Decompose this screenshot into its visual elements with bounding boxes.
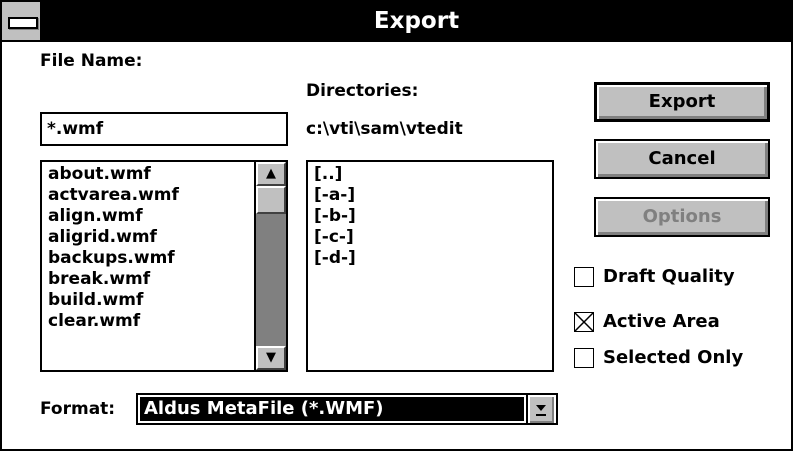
checkmark-x-icon	[575, 313, 593, 331]
file-list-item[interactable]: build.wmf	[48, 290, 179, 311]
file-list-item[interactable]: about.wmf	[48, 164, 179, 185]
directory-list-item[interactable]: [-d-]	[314, 248, 356, 269]
export-button[interactable]: Export	[594, 82, 770, 122]
scroll-thumb[interactable]	[256, 186, 286, 214]
file-list-scrollbar[interactable]: ▲ ▼	[254, 162, 286, 370]
directory-list-item[interactable]: [-a-]	[314, 185, 356, 206]
selected-only-checkbox[interactable]	[574, 348, 594, 368]
export-dialog: Export File Name: *.wmf about.wmf actvar…	[0, 0, 793, 451]
file-list-item[interactable]: break.wmf	[48, 269, 179, 290]
arrow-up-icon: ▲	[266, 166, 276, 181]
cancel-button[interactable]: Cancel	[594, 139, 770, 179]
file-list-item[interactable]: clear.wmf	[48, 311, 179, 332]
system-menu-button[interactable]	[2, 2, 42, 40]
selected-only-label: Selected Only	[603, 347, 744, 368]
scroll-down-button[interactable]: ▼	[256, 346, 286, 370]
format-select[interactable]: Aldus MetaFile (*.WMF)	[136, 393, 558, 425]
format-dropdown-button[interactable]	[526, 395, 554, 423]
directory-list[interactable]: [..] [-a-] [-b-] [-c-] [-d-]	[306, 160, 554, 372]
title-bar[interactable]: Export	[2, 2, 791, 42]
file-name-input[interactable]: *.wmf	[40, 112, 288, 146]
format-selected-value: Aldus MetaFile (*.WMF)	[140, 397, 524, 421]
file-list-item[interactable]: align.wmf	[48, 206, 179, 227]
draft-quality-checkbox[interactable]	[574, 267, 594, 287]
file-list-item[interactable]: backups.wmf	[48, 248, 179, 269]
current-directory-path: c:\vti\sam\vtedit	[306, 119, 463, 139]
format-label: Format:	[40, 399, 116, 419]
window-title: Export	[373, 8, 460, 34]
active-area-checkbox[interactable]	[574, 312, 594, 332]
file-list[interactable]: about.wmf actvarea.wmf align.wmf aligrid…	[40, 160, 288, 372]
directory-list-item[interactable]: [..]	[314, 164, 356, 185]
directory-list-item[interactable]: [-c-]	[314, 227, 356, 248]
directories-label: Directories:	[306, 81, 419, 101]
dropdown-arrow-icon	[536, 405, 546, 416]
scroll-up-button[interactable]: ▲	[256, 162, 286, 186]
system-menu-icon	[8, 17, 38, 29]
draft-quality-label: Draft Quality	[603, 266, 735, 287]
options-button[interactable]: Options	[594, 197, 770, 237]
active-area-label: Active Area	[603, 311, 720, 332]
file-list-item[interactable]: actvarea.wmf	[48, 185, 179, 206]
file-list-item[interactable]: aligrid.wmf	[48, 227, 179, 248]
directory-list-item[interactable]: [-b-]	[314, 206, 356, 227]
file-name-label: File Name:	[40, 51, 143, 71]
arrow-down-icon: ▼	[266, 350, 276, 365]
